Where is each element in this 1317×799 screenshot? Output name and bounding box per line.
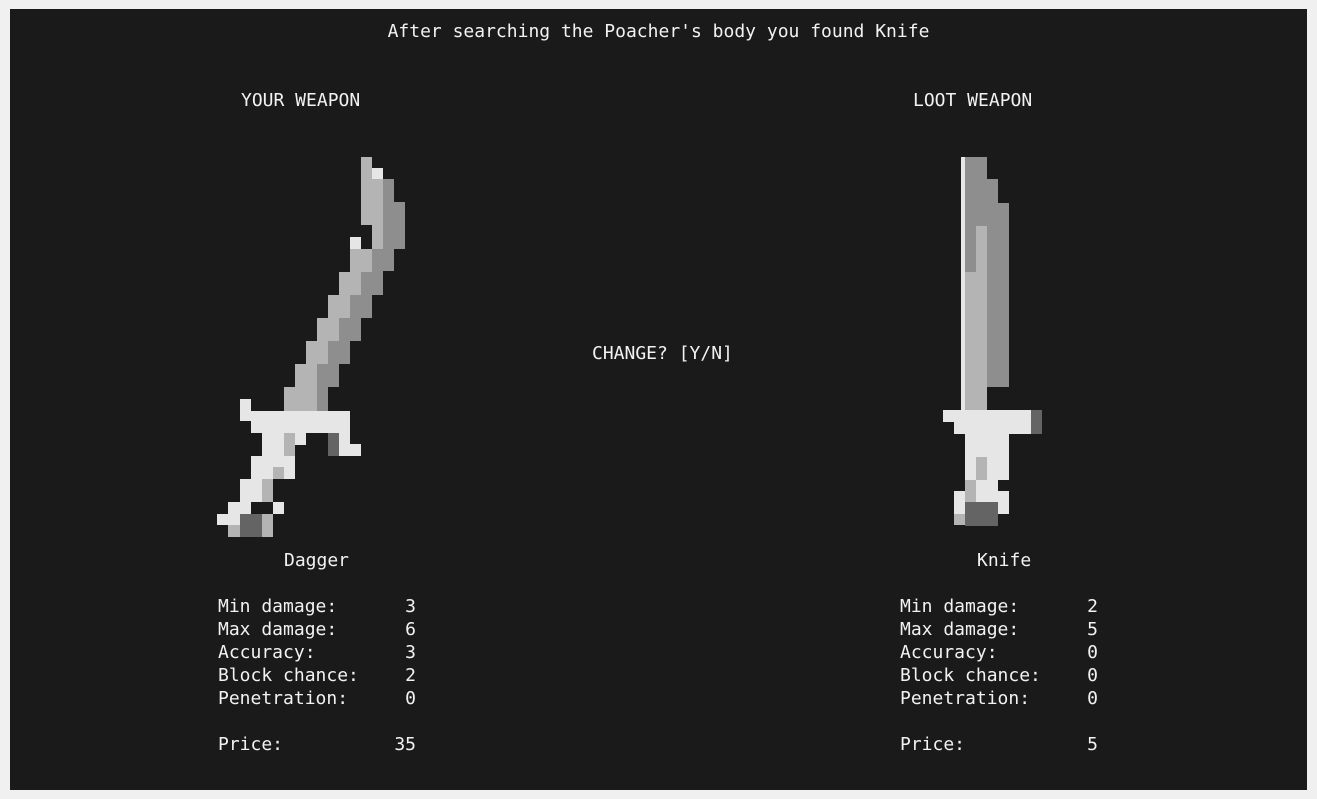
dagger-sprite-icon bbox=[217, 157, 405, 537]
stat-row-block-chance: Block chance: 0 bbox=[900, 664, 1098, 687]
loot-weapon-heading: LOOT WEAPON bbox=[913, 90, 1033, 111]
price-label: Price: bbox=[900, 734, 966, 755]
stat-value: 0 bbox=[1087, 688, 1098, 709]
your-weapon-heading: YOUR WEAPON bbox=[241, 90, 361, 111]
stat-row-price: Price: 35 bbox=[218, 733, 416, 756]
loot-message: After searching the Poacher's body you f… bbox=[387, 21, 930, 42]
stat-row-penetration: Penetration: 0 bbox=[900, 687, 1098, 710]
knife-sprite-icon bbox=[943, 157, 1042, 526]
stat-value: 6 bbox=[405, 619, 416, 640]
stat-label: Penetration: bbox=[218, 688, 349, 709]
stat-label: Min damage: bbox=[900, 596, 1020, 617]
stat-row-penetration: Penetration: 0 bbox=[218, 687, 416, 710]
stat-row-max-damage: Max damage: 6 bbox=[218, 618, 416, 641]
stat-label: Block chance: bbox=[900, 665, 1041, 686]
your-weapon-stats: Min damage: 3 Max damage: 6 Accuracy: 3 Blo… bbox=[218, 595, 416, 756]
change-prompt: CHANGE? [Y/N] bbox=[592, 343, 733, 364]
stat-value: 2 bbox=[1087, 596, 1098, 617]
stat-label: Accuracy: bbox=[900, 642, 998, 663]
stat-label: Min damage: bbox=[218, 596, 338, 617]
price-label: Price: bbox=[218, 734, 284, 755]
stat-row-min-damage: Min damage: 2 bbox=[900, 595, 1098, 618]
game-screen: After searching the Poacher's body you f… bbox=[10, 9, 1307, 790]
stat-row-min-damage: Min damage: 3 bbox=[218, 595, 416, 618]
stat-label: Penetration: bbox=[900, 688, 1031, 709]
stat-value: 3 bbox=[405, 642, 416, 663]
your-weapon-name: Dagger bbox=[284, 550, 350, 571]
stat-value: 0 bbox=[405, 688, 416, 709]
stat-label: Max damage: bbox=[218, 619, 338, 640]
stat-label: Accuracy: bbox=[218, 642, 316, 663]
stat-value: 2 bbox=[405, 665, 416, 686]
stat-row-price: Price: 5 bbox=[900, 733, 1098, 756]
stat-label: Block chance: bbox=[218, 665, 359, 686]
stat-label: Max damage: bbox=[900, 619, 1020, 640]
stat-value: 5 bbox=[1087, 619, 1098, 640]
stat-row-accuracy: Accuracy: 0 bbox=[900, 641, 1098, 664]
stat-row-max-damage: Max damage: 5 bbox=[900, 618, 1098, 641]
stat-row-block-chance: Block chance: 2 bbox=[218, 664, 416, 687]
stat-value: 0 bbox=[1087, 642, 1098, 663]
price-value: 5 bbox=[1087, 734, 1098, 755]
stat-value: 0 bbox=[1087, 665, 1098, 686]
loot-weapon-name: Knife bbox=[977, 550, 1032, 571]
stat-value: 3 bbox=[405, 596, 416, 617]
price-value: 35 bbox=[394, 734, 416, 755]
loot-weapon-stats: Min damage: 2 Max damage: 5 Accuracy: 0 Blo… bbox=[900, 595, 1098, 756]
stat-row-accuracy: Accuracy: 3 bbox=[218, 641, 416, 664]
